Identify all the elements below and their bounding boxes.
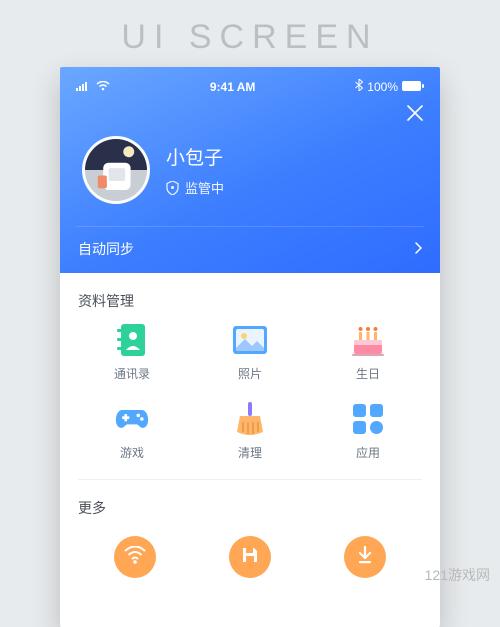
item-birthday[interactable]: 生日 — [314, 323, 422, 382]
wifi-icon — [96, 80, 110, 94]
item-cleanup[interactable]: 清理 — [196, 402, 304, 461]
more-row — [78, 530, 422, 578]
item-label: 通讯录 — [114, 365, 150, 382]
item-contacts[interactable]: 通讯录 — [78, 323, 186, 382]
auto-sync-label: 自动同步 — [78, 239, 134, 259]
page-outer-title: UI SCREEN — [0, 0, 500, 67]
item-label: 游戏 — [120, 444, 144, 461]
item-games[interactable]: 游戏 — [78, 402, 186, 461]
phone-frame: 9:41 AM 100% — [60, 67, 440, 627]
status-time: 9:41 AM — [210, 80, 256, 94]
shield-icon — [166, 181, 179, 195]
avatar[interactable] — [82, 136, 150, 204]
status-right: 100% — [355, 79, 424, 94]
battery-text: 100% — [367, 80, 398, 94]
gamepad-icon — [115, 402, 149, 436]
watermark: 121游戏网 — [425, 565, 490, 585]
download-icon — [357, 546, 373, 569]
photo-icon — [233, 323, 267, 357]
item-apps[interactable]: 应用 — [314, 402, 422, 461]
bluetooth-icon — [355, 79, 363, 94]
more-button-download[interactable] — [344, 536, 386, 578]
item-label: 照片 — [238, 365, 262, 382]
auto-sync-row[interactable]: 自动同步 — [76, 226, 424, 273]
supervision-label: 监管中 — [185, 178, 224, 197]
header: 9:41 AM 100% — [60, 67, 440, 273]
birthday-icon — [351, 323, 385, 357]
item-label: 生日 — [356, 365, 380, 382]
status-left — [76, 80, 110, 94]
signal-icon — [76, 80, 92, 94]
item-label: 清理 — [238, 444, 262, 461]
close-icon[interactable] — [406, 104, 424, 126]
more-section: 更多 — [78, 479, 422, 578]
apps-icon — [351, 402, 385, 436]
item-label: 应用 — [356, 444, 380, 461]
contacts-icon — [115, 323, 149, 357]
profile-block: 小包子 监管中 — [76, 130, 424, 226]
more-button-save[interactable] — [229, 536, 271, 578]
username: 小包子 — [166, 143, 224, 170]
content: 资料管理 通讯录 照片 生日 — [60, 273, 440, 578]
more-button-wifi[interactable] — [114, 536, 156, 578]
chevron-right-icon — [414, 241, 422, 257]
supervision-status: 监管中 — [166, 178, 224, 197]
section-title-more: 更多 — [78, 494, 422, 530]
profile-text: 小包子 监管中 — [166, 143, 224, 197]
section-title-data-mgmt: 资料管理 — [78, 287, 422, 323]
data-mgmt-grid: 通讯录 照片 生日 游戏 — [78, 323, 422, 479]
close-row — [76, 100, 424, 130]
wifi-signal-icon — [124, 546, 146, 569]
item-photos[interactable]: 照片 — [196, 323, 304, 382]
save-icon — [241, 546, 259, 569]
broom-icon — [233, 402, 267, 436]
status-bar: 9:41 AM 100% — [76, 77, 424, 100]
battery-icon — [402, 80, 424, 94]
